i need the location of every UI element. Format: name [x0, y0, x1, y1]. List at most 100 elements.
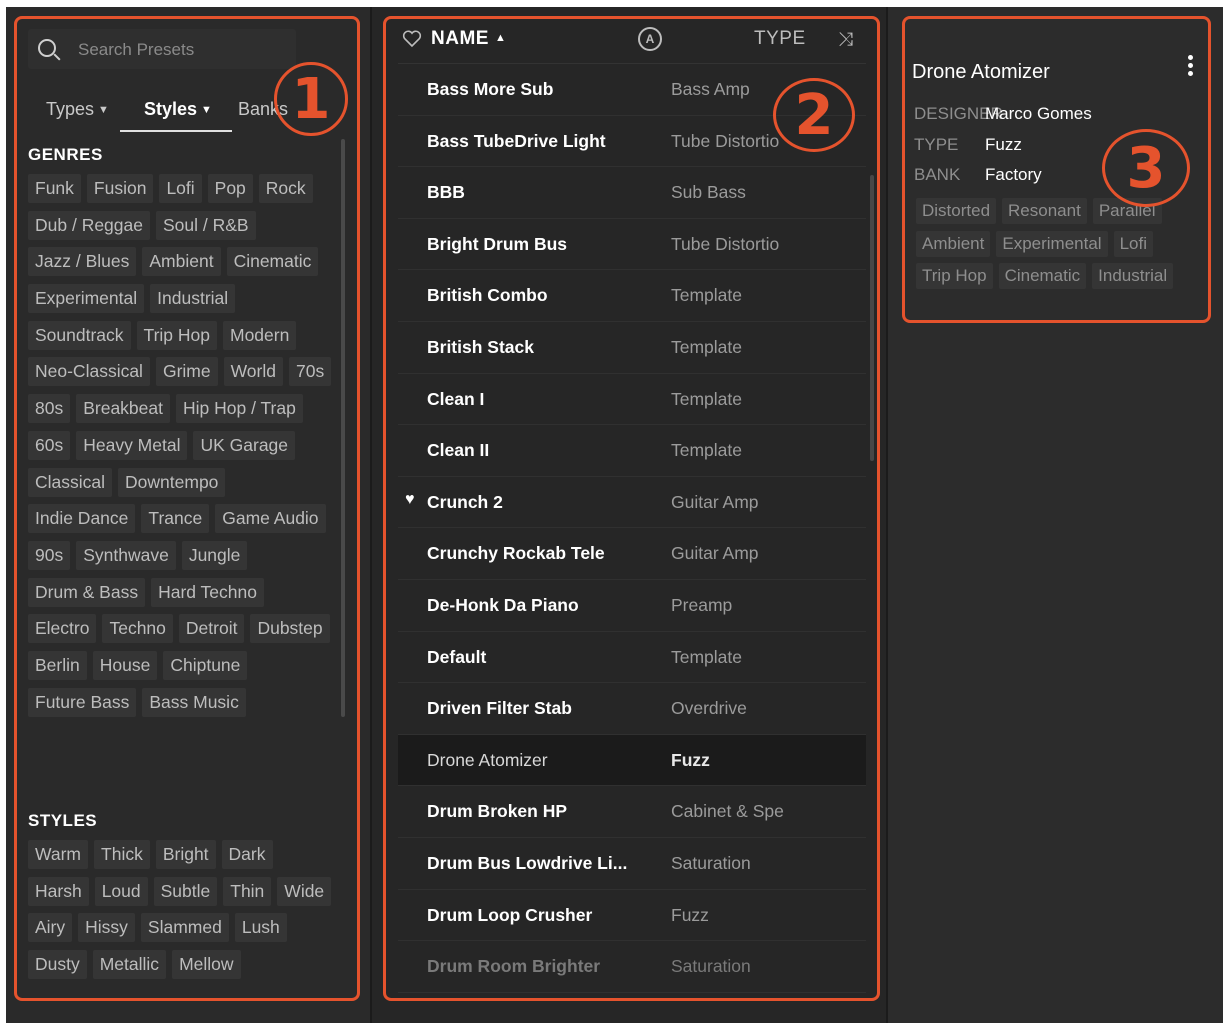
- preset-row[interactable]: Drum Room Brighter Saturation: [398, 941, 866, 993]
- genre-tag[interactable]: Jungle: [181, 540, 248, 570]
- heart-icon[interactable]: [402, 30, 422, 48]
- preset-row[interactable]: Drum Loop Crusher Fuzz: [398, 890, 866, 942]
- genre-tag[interactable]: Downtempo: [118, 467, 226, 497]
- genre-tag[interactable]: Bass Music: [142, 687, 246, 717]
- tab-styles[interactable]: Styles ▼: [144, 99, 212, 120]
- genre-tag[interactable]: Trip Hop: [136, 320, 217, 350]
- genre-tag[interactable]: Jazz / Blues: [28, 247, 137, 277]
- genre-tag[interactable]: Hard Techno: [151, 577, 264, 607]
- genre-tag[interactable]: Synthwave: [76, 540, 176, 570]
- preset-row[interactable]: BBB Sub Bass: [398, 167, 866, 219]
- genre-tag[interactable]: 70s: [288, 357, 332, 387]
- style-tag[interactable]: Mellow: [172, 950, 241, 980]
- sort-by-type[interactable]: TYPE: [754, 28, 806, 50]
- genre-tag[interactable]: Rock: [258, 174, 313, 203]
- tab-types[interactable]: Types ▼: [46, 99, 109, 120]
- genre-tag[interactable]: 80s: [28, 394, 71, 424]
- genre-tag[interactable]: Grime: [155, 357, 218, 387]
- genre-tag[interactable]: Drum & Bass: [28, 577, 146, 607]
- style-tag[interactable]: Harsh: [28, 876, 89, 906]
- style-tag[interactable]: Loud: [94, 876, 148, 906]
- preset-row[interactable]: British Combo Template: [398, 270, 866, 322]
- style-tag[interactable]: Subtle: [153, 876, 218, 906]
- genre-tag[interactable]: Modern: [223, 320, 297, 350]
- kebab-menu-icon[interactable]: [1186, 55, 1194, 79]
- genre-tag[interactable]: Detroit: [178, 614, 245, 644]
- style-tag[interactable]: Hissy: [78, 913, 135, 943]
- genre-tag[interactable]: Classical: [28, 467, 113, 497]
- genre-tag[interactable]: Dub / Reggae: [28, 210, 150, 240]
- preset-row[interactable]: British Stack Template: [398, 322, 866, 374]
- genre-tag[interactable]: Soul / R&B: [156, 210, 256, 240]
- style-tag[interactable]: Wide: [277, 876, 332, 906]
- genre-tag[interactable]: Trance: [141, 504, 210, 534]
- preset-name: Drone Atomizer: [427, 749, 548, 770]
- genre-tag[interactable]: Electro: [28, 614, 97, 644]
- style-tag[interactable]: Dusty: [28, 950, 87, 980]
- preset-tag[interactable]: Resonant: [1002, 198, 1087, 224]
- preset-row[interactable]: Clean II Template: [398, 425, 866, 477]
- genre-tag[interactable]: Future Bass: [28, 687, 137, 717]
- genre-tag[interactable]: 60s: [28, 430, 71, 460]
- style-tag[interactable]: Bright: [155, 840, 216, 869]
- genre-tag[interactable]: Funk: [28, 174, 81, 203]
- sort-by-name[interactable]: NAME ▲: [431, 28, 506, 50]
- preset-row[interactable]: Bright Drum Bus Tube Distortio: [398, 219, 866, 271]
- preset-row[interactable]: Drum Bus Lowdrive Li... Saturation: [398, 838, 866, 890]
- search-input[interactable]: [76, 37, 290, 63]
- preset-tag[interactable]: Ambient: [916, 230, 991, 257]
- genre-tag[interactable]: Indie Dance: [28, 504, 136, 534]
- preset-row[interactable]: Default Template: [398, 632, 866, 684]
- preset-name: Crunchy Rockab Tele: [427, 543, 605, 564]
- genre-tag[interactable]: Ambient: [142, 247, 221, 277]
- genre-tag[interactable]: Breakbeat: [76, 394, 170, 424]
- style-tag[interactable]: Slammed: [140, 913, 229, 943]
- genre-tag[interactable]: Berlin: [28, 650, 87, 680]
- preset-tag[interactable]: Industrial: [1092, 263, 1174, 289]
- preset-row[interactable]: Clean I Template: [398, 374, 866, 426]
- preset-row[interactable]: Drum Broken HP Cabinet & Spe: [398, 786, 866, 838]
- preset-list-scrollbar[interactable]: [870, 175, 874, 461]
- genre-tag[interactable]: Neo-Classical: [28, 357, 150, 387]
- genre-tag[interactable]: 90s: [28, 540, 71, 570]
- preset-row[interactable]: Crunchy Rockab Tele Guitar Amp: [398, 528, 866, 580]
- style-tag[interactable]: Warm: [28, 840, 89, 869]
- genre-tag[interactable]: Hip Hop / Trap: [176, 394, 303, 424]
- genre-tag[interactable]: Industrial: [150, 284, 236, 314]
- genre-tag[interactable]: Pop: [207, 174, 253, 203]
- shuffle-icon[interactable]: ⤨: [838, 29, 853, 51]
- preset-row[interactable]: Drone Atomizer Fuzz: [398, 734, 866, 787]
- style-tag[interactable]: Metallic: [92, 950, 167, 980]
- style-tag[interactable]: Airy: [28, 913, 73, 943]
- genre-tag[interactable]: Game Audio: [215, 504, 326, 534]
- preset-tag[interactable]: Distorted: [916, 198, 997, 224]
- genre-tag[interactable]: Soundtrack: [28, 320, 131, 350]
- genre-tag[interactable]: Dubstep: [250, 614, 330, 644]
- preset-row[interactable]: De-Honk Da Piano Preamp: [398, 580, 866, 632]
- genre-tag[interactable]: Experimental: [28, 284, 145, 314]
- heart-icon[interactable]: ♥: [405, 491, 415, 509]
- genre-tag[interactable]: House: [92, 650, 158, 680]
- genre-tag[interactable]: Lofi: [159, 174, 202, 203]
- arturia-icon[interactable]: A: [638, 27, 662, 51]
- genre-tag[interactable]: Fusion: [86, 174, 154, 203]
- genre-tag[interactable]: Chiptune: [163, 650, 248, 680]
- style-tag[interactable]: Thick: [94, 840, 150, 869]
- genre-tag[interactable]: Techno: [102, 614, 173, 644]
- style-tag[interactable]: Lush: [234, 913, 287, 943]
- preset-tag[interactable]: Trip Hop: [916, 263, 993, 289]
- genre-tag[interactable]: World: [223, 357, 283, 387]
- preset-tag[interactable]: Experimental: [996, 230, 1108, 257]
- style-tag[interactable]: Dark: [221, 840, 273, 869]
- genre-tag[interactable]: UK Garage: [193, 430, 296, 460]
- preset-tag[interactable]: Lofi: [1113, 230, 1154, 257]
- preset-tag[interactable]: Cinematic: [998, 263, 1087, 289]
- genre-tag[interactable]: Heavy Metal: [76, 430, 188, 460]
- preset-info-title: Drone Atomizer: [912, 61, 1050, 83]
- genre-tag[interactable]: Cinematic: [226, 247, 319, 277]
- preset-row[interactable]: ♥ Crunch 2 Guitar Amp: [398, 477, 866, 529]
- search-box[interactable]: [28, 29, 296, 69]
- preset-row[interactable]: Driven Filter Stab Overdrive: [398, 683, 866, 735]
- filter-scrollbar[interactable]: [341, 139, 345, 717]
- style-tag[interactable]: Thin: [223, 876, 272, 906]
